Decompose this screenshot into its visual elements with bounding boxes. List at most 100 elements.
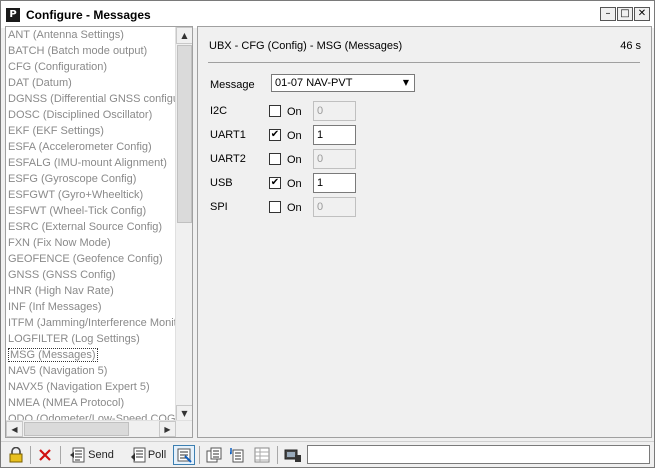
load-icon[interactable] xyxy=(227,445,249,465)
list-item[interactable]: ANT (Antenna Settings) xyxy=(6,27,176,43)
list-item[interactable]: ESFALG (IMU-mount Alignment) xyxy=(6,155,176,171)
list-item[interactable]: GEOFENCE (Geofence Config) xyxy=(6,251,176,267)
list-item-label: CFG (Configuration) xyxy=(8,61,108,73)
list-item[interactable]: EKF (EKF Settings) xyxy=(6,123,176,139)
send-label: Send xyxy=(88,449,114,461)
list-item[interactable]: MSG (Messages) xyxy=(6,347,176,363)
device-icon[interactable] xyxy=(282,445,304,465)
toolbar-separator xyxy=(277,446,278,464)
status-field xyxy=(307,445,650,464)
title-bar: P Configure - Messages – □ ✕ xyxy=(1,1,654,28)
list-item-label: ITFM (Jamming/Interference Monitor) xyxy=(8,317,176,329)
list-item[interactable]: CFG (Configuration) xyxy=(6,59,176,75)
scroll-right-button[interactable]: ▶ xyxy=(159,421,176,437)
list-item-label: FXN (Fix Now Mode) xyxy=(8,237,111,249)
send-icon xyxy=(70,447,85,463)
scroll-thumb[interactable] xyxy=(177,45,192,223)
send-button[interactable]: Send xyxy=(66,445,118,465)
red-x-glyph xyxy=(39,449,51,461)
grid-glyph xyxy=(254,447,270,463)
maximize-button[interactable]: □ xyxy=(617,7,633,21)
lock-glyph xyxy=(9,447,23,463)
configure-messages-window: P Configure - Messages – □ ✕ ANT (Antenn… xyxy=(0,0,655,468)
window-controls: – □ ✕ xyxy=(599,7,650,21)
delete-icon[interactable] xyxy=(34,445,56,465)
list-item[interactable]: GNSS (GNSS Config) xyxy=(6,267,176,283)
list-item-label: NAV5 (Navigation 5) xyxy=(8,365,108,377)
list-item-label: DOSC (Disciplined Oscillator) xyxy=(8,109,153,121)
list-item-label: BATCH (Batch mode output) xyxy=(8,45,148,57)
list-item[interactable]: NAVX5 (Navigation Expert 5) xyxy=(6,379,176,395)
on-label: On xyxy=(287,178,302,190)
list-item-label: GEOFENCE (Geofence Config) xyxy=(8,253,163,265)
list-item[interactable]: DGNSS (Differential GNSS configuration) xyxy=(6,91,176,107)
rate-input[interactable]: 1 xyxy=(313,173,356,193)
list-item[interactable]: LOGFILTER (Log Settings) xyxy=(6,331,176,347)
chevron-down-icon[interactable]: ▼ xyxy=(399,76,413,90)
list-item[interactable]: INF (Inf Messages) xyxy=(6,299,176,315)
scroll-left-button[interactable]: ◀ xyxy=(6,421,23,437)
poll-timer: 46 s xyxy=(620,40,641,52)
copy-glyph xyxy=(206,447,222,463)
scroll-up-button[interactable]: ▲ xyxy=(176,27,192,44)
port-row: I2C On 0 xyxy=(198,101,653,123)
list-item-label: ESRC (External Source Config) xyxy=(8,221,163,233)
list-item[interactable]: ESRC (External Source Config) xyxy=(6,219,176,235)
port-name: USB xyxy=(210,177,233,189)
on-label: On xyxy=(287,202,302,214)
list-horizontal-scrollbar[interactable]: ◀ ▶ xyxy=(6,420,192,437)
port-enable-checkbox[interactable]: ✔ xyxy=(269,129,281,141)
port-enable-checkbox[interactable] xyxy=(269,201,281,213)
list-item[interactable]: ESFG (Gyroscope Config) xyxy=(6,171,176,187)
poll-button[interactable]: Poll xyxy=(125,445,171,465)
lock-icon[interactable] xyxy=(5,445,27,465)
list-vertical-scrollbar[interactable]: ▲ ▼ xyxy=(175,27,192,422)
close-button[interactable]: ✕ xyxy=(634,7,650,21)
list-item-label: ESFG (Gyroscope Config) xyxy=(8,173,137,185)
poll-label: Poll xyxy=(147,449,167,461)
port-enable-checkbox[interactable] xyxy=(269,153,281,165)
port-enable-checkbox[interactable]: ✔ xyxy=(269,177,281,189)
rate-input: 0 xyxy=(313,149,356,169)
list-item-label: INF (Inf Messages) xyxy=(8,301,102,313)
rate-input[interactable]: 1 xyxy=(313,125,356,145)
list-item[interactable]: ESFA (Accelerometer Config) xyxy=(6,139,176,155)
list-item-label: ESFGWT (Gyro+Wheeltick) xyxy=(8,189,144,201)
app-icon: P xyxy=(6,7,20,22)
list-item[interactable]: DOSC (Disciplined Oscillator) xyxy=(6,107,176,123)
rate-input: 0 xyxy=(313,101,356,121)
port-row: UART2 On 0 xyxy=(198,149,653,171)
list-item[interactable]: FXN (Fix Now Mode) xyxy=(6,235,176,251)
list-item[interactable]: ITFM (Jamming/Interference Monitor) xyxy=(6,315,176,331)
auto-poll-button[interactable] xyxy=(173,445,195,465)
copy-icon[interactable] xyxy=(203,445,225,465)
port-enable-checkbox[interactable] xyxy=(269,105,281,117)
list-item-label: NMEA (NMEA Protocol) xyxy=(8,397,125,409)
list-item-label: ESFA (Accelerometer Config) xyxy=(8,141,152,153)
list-item[interactable]: HNR (High Nav Rate) xyxy=(6,283,176,299)
list-item[interactable]: ESFGWT (Gyro+Wheeltick) xyxy=(6,187,176,203)
port-name: SPI xyxy=(210,201,228,213)
list-item[interactable]: NMEA (NMEA Protocol) xyxy=(6,395,176,411)
message-select[interactable]: 01-07 NAV-PVT ▼ xyxy=(271,74,415,92)
list-item[interactable]: NAV5 (Navigation 5) xyxy=(6,363,176,379)
rate-input: 0 xyxy=(313,197,356,217)
list-item[interactable]: ESFWT (Wheel-Tick Config) xyxy=(6,203,176,219)
toolbar-separator xyxy=(30,446,31,464)
on-label: On xyxy=(287,154,302,166)
on-label: On xyxy=(287,130,302,142)
list-item-label: DGNSS (Differential GNSS configuration) xyxy=(8,93,176,105)
list-item[interactable]: DAT (Datum) xyxy=(6,75,176,91)
port-row: UART1 ✔ On 1 xyxy=(198,125,653,147)
list-item-label: NAVX5 (Navigation Expert 5) xyxy=(8,381,150,393)
horizontal-scroll-thumb[interactable] xyxy=(24,422,129,436)
list-item-label: LOGFILTER (Log Settings) xyxy=(8,333,140,345)
bottom-toolbar: Send Poll xyxy=(1,441,654,467)
on-label: On xyxy=(287,106,302,118)
list-item[interactable]: BATCH (Batch mode output) xyxy=(6,43,176,59)
list-item-label: EKF (EKF Settings) xyxy=(8,125,104,137)
window-title: Configure - Messages xyxy=(26,7,151,22)
device-glyph xyxy=(284,449,301,462)
grid-view-icon[interactable] xyxy=(251,445,273,465)
minimize-button[interactable]: – xyxy=(600,7,616,21)
